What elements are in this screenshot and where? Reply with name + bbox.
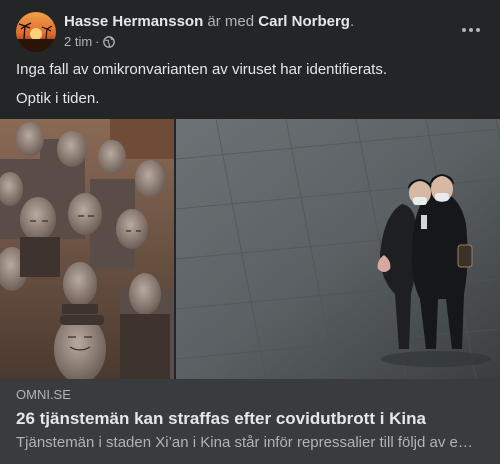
post-text: Inga fall av omikronvarianten av viruset… <box>16 60 486 118</box>
link-title[interactable]: 26 tjänstemän kan straffas efter covidut… <box>16 408 484 429</box>
more-options-icon[interactable] <box>456 18 486 42</box>
post-header: Hasse Hermansson är med Carl Norberg. 2 … <box>16 12 486 52</box>
post-meta: 2 tim · <box>64 34 115 50</box>
post-images[interactable] <box>0 119 500 379</box>
tagged-person[interactable]: Carl Norberg <box>258 13 350 30</box>
link-description: Tjänstemän i staden Xi’an i Kina står in… <box>16 434 473 451</box>
meta-separator: · <box>95 34 100 49</box>
avatar[interactable] <box>16 12 56 52</box>
post-timestamp[interactable]: 2 tim <box>64 34 92 50</box>
post-text-line-1: Inga fall av omikronvarianten av viruset… <box>16 61 388 78</box>
author-line: Hasse Hermansson är med Carl Norberg. <box>64 13 354 31</box>
masked-people-image[interactable] <box>176 119 500 379</box>
post-text-line-2: Optik i tiden. <box>16 90 100 107</box>
link-domain: OMNI.SE <box>16 387 71 402</box>
link-preview[interactable]: OMNI.SE 26 tjänstemän kan straffas efter… <box>0 379 500 464</box>
tagged-suffix: . <box>349 13 355 30</box>
post-card: Hasse Hermansson är med Carl Norberg. 2 … <box>0 0 500 464</box>
terracotta-warriors-image[interactable] <box>0 119 174 379</box>
with-text: är med <box>207 13 255 30</box>
author-name[interactable]: Hasse Hermansson <box>64 13 203 30</box>
globe-icon[interactable] <box>102 36 115 48</box>
